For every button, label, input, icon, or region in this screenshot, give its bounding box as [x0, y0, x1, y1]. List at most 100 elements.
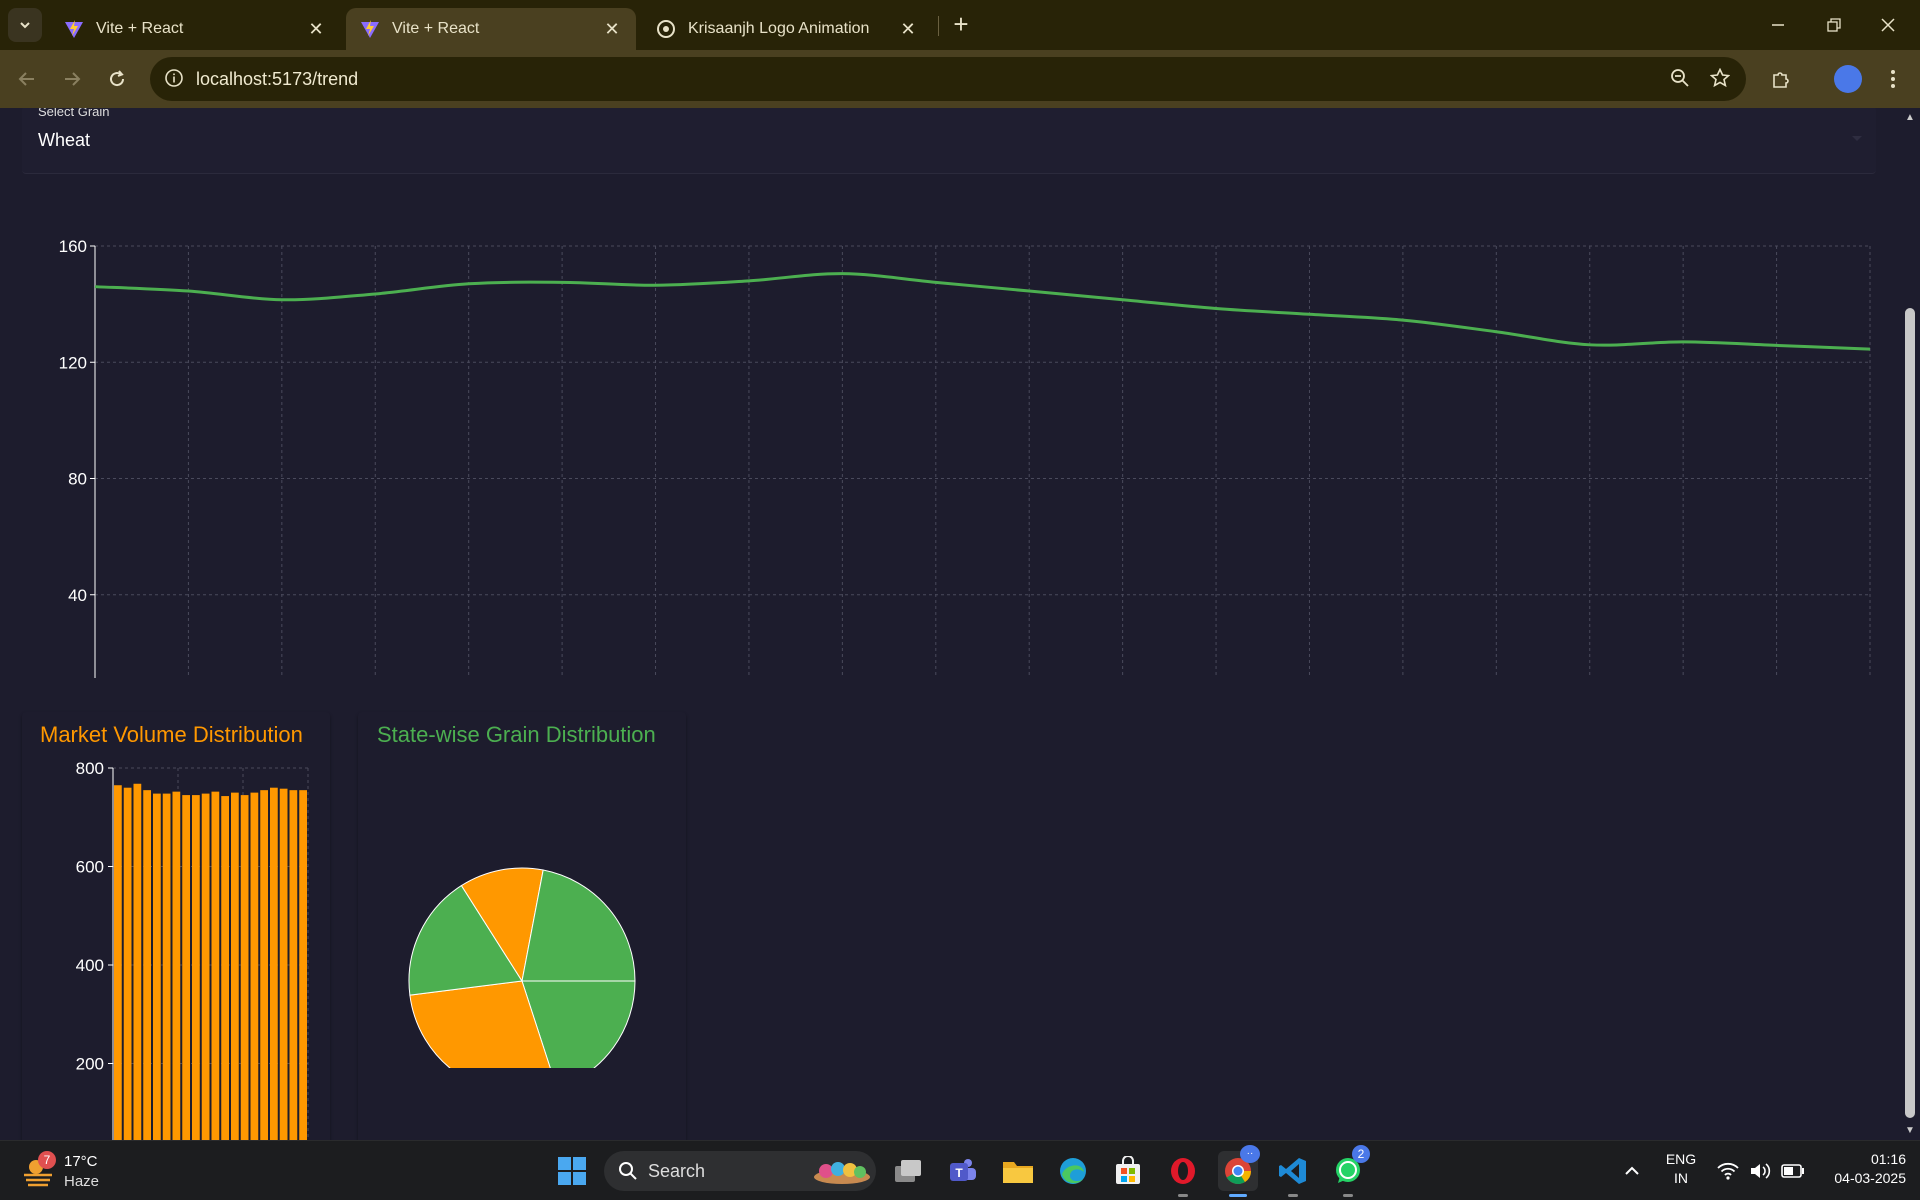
weather-temp: 17°C — [64, 1153, 98, 1170]
tab-separator — [938, 16, 939, 36]
volume-bar — [153, 793, 161, 1140]
volume-bar — [211, 791, 220, 1140]
y-tick-label: 800 — [76, 759, 104, 778]
store-button[interactable] — [1108, 1151, 1148, 1191]
market-volume-title: Market Volume Distribution — [40, 722, 303, 747]
holi-colors-icon — [814, 1162, 870, 1184]
volume-bar — [114, 785, 122, 1140]
profile-avatar[interactable] — [1834, 65, 1862, 93]
url-text: localhost:5173/trend — [196, 69, 359, 89]
volume-bar — [192, 795, 200, 1140]
clock[interactable]: 01:16 04-03-2025 — [1806, 1151, 1906, 1186]
y-tick-label: 80 — [68, 470, 87, 489]
teams-icon: T — [950, 1159, 976, 1181]
volume-bar — [162, 793, 171, 1140]
volume-icon — [1751, 1163, 1771, 1179]
close-icon[interactable]: ✕ — [602, 19, 622, 39]
start-button[interactable] — [552, 1151, 592, 1191]
volume-bar — [123, 787, 132, 1140]
volume-bar — [221, 796, 229, 1140]
tab-title: Vite + React — [96, 20, 184, 37]
weather-badge: 7 — [38, 1151, 56, 1169]
forward-button[interactable] — [55, 62, 89, 96]
whatsapp-button[interactable]: 2 — [1328, 1145, 1370, 1197]
battery-icon — [1781, 1164, 1804, 1178]
volume-bar — [240, 795, 249, 1140]
scrollbar-thumb[interactable] — [1905, 308, 1915, 1118]
reload-icon — [110, 70, 125, 87]
edge-button[interactable] — [1053, 1151, 1093, 1191]
tab-vite-2[interactable]: Vite + React ✕ — [346, 8, 636, 50]
y-tick-label: 40 — [68, 586, 87, 605]
price-series-line — [94, 272, 1871, 351]
tray-overflow-button[interactable] — [1612, 1151, 1652, 1191]
weather-widget[interactable]: 7 17°C Haze — [22, 1151, 162, 1193]
bookmark-star-icon[interactable] — [1709, 67, 1731, 93]
close-icon[interactable]: ✕ — [306, 19, 326, 39]
opera-button[interactable] — [1163, 1151, 1203, 1197]
file-explorer-button[interactable] — [998, 1151, 1038, 1191]
taskbar-search[interactable]: Search — [604, 1151, 876, 1191]
minimize-icon — [1772, 24, 1784, 26]
state-grain-pie-chart — [408, 867, 636, 1068]
volume-bar — [260, 790, 268, 1140]
vite-icon — [360, 19, 380, 39]
teams-button[interactable]: T — [943, 1151, 983, 1191]
running-indicator — [1178, 1194, 1188, 1197]
reload-button[interactable] — [100, 62, 134, 96]
new-tab-button[interactable]: + — [946, 10, 976, 40]
chrome-button[interactable]: ·· — [1218, 1145, 1260, 1197]
scroll-up-icon[interactable]: ▲ — [1905, 112, 1915, 123]
chrome-profile-badge: ·· — [1240, 1145, 1260, 1163]
tab-vite-1[interactable]: Vite + React ✕ — [50, 8, 340, 50]
search-label: Search — [648, 1161, 706, 1181]
back-button[interactable] — [10, 62, 44, 96]
search-icon — [619, 1162, 637, 1180]
opera-icon — [1171, 1158, 1195, 1184]
price-trend-chart: 04080120160Day 21Day 21Day 21Day 21Day 2… — [59, 237, 1871, 678]
grain-select[interactable]: Select Grain Wheat — [22, 108, 1876, 174]
close-window-button[interactable] — [1868, 10, 1908, 40]
running-indicator — [1343, 1194, 1353, 1197]
address-bar[interactable]: localhost:5173/trend — [150, 57, 1746, 101]
language-code: ENG — [1665, 1151, 1697, 1167]
page-content: Select Grain Wheat 04080120160Day 21Day … — [0, 108, 1900, 1140]
menu-button[interactable] — [1876, 62, 1910, 96]
minimize-button[interactable] — [1758, 10, 1798, 40]
market-volume-chart: 0200400600800Day 21Day 21Day 21 — [76, 759, 309, 1140]
y-tick-label: 160 — [59, 237, 87, 256]
language-indicator[interactable]: ENG IN — [1660, 1151, 1702, 1186]
tab-search-button[interactable] — [8, 8, 42, 42]
quick-settings-button[interactable] — [1706, 1151, 1816, 1191]
grain-select-value: Wheat — [38, 130, 91, 150]
volume-bar — [270, 787, 278, 1140]
close-icon[interactable]: ✕ — [898, 19, 918, 39]
state-grain-title: State-wise Grain Distribution — [377, 722, 656, 747]
restore-button[interactable] — [1814, 10, 1854, 40]
extensions-button[interactable] — [1764, 62, 1798, 96]
chevron-up-icon — [1625, 1166, 1639, 1175]
volume-bar — [182, 795, 190, 1140]
volume-bar — [231, 792, 239, 1140]
region-code: IN — [1674, 1170, 1688, 1186]
wifi-icon — [1717, 1162, 1739, 1180]
volume-bar — [279, 788, 288, 1140]
whatsapp-badge: 2 — [1352, 1145, 1370, 1163]
vscode-button[interactable] — [1273, 1151, 1313, 1197]
scroll-down-icon[interactable]: ▼ — [1905, 1125, 1915, 1136]
close-icon — [1881, 18, 1895, 32]
running-indicator — [1288, 1194, 1298, 1197]
tab-krisaanjh[interactable]: Krisaanjh Logo Animation ✕ — [642, 8, 932, 50]
volume-bar — [172, 791, 181, 1140]
tab-title: Krisaanjh Logo Animation — [688, 20, 870, 37]
active-indicator — [1229, 1194, 1247, 1197]
zoom-icon[interactable] — [1670, 68, 1690, 93]
arrow-right-icon — [65, 72, 81, 86]
windows-taskbar: 7 17°C Haze Search T ·· 2 ENG IN 01:16 0… — [0, 1140, 1920, 1200]
volume-bar — [143, 790, 151, 1140]
task-view-button[interactable] — [888, 1151, 928, 1191]
site-info-icon[interactable] — [164, 68, 184, 93]
arrow-left-icon — [18, 72, 34, 86]
page-scrollbar[interactable]: ▲ ▼ — [1900, 108, 1920, 1140]
tab-strip: Vite + React ✕ Vite + React ✕ Krisaanjh … — [0, 0, 1920, 50]
